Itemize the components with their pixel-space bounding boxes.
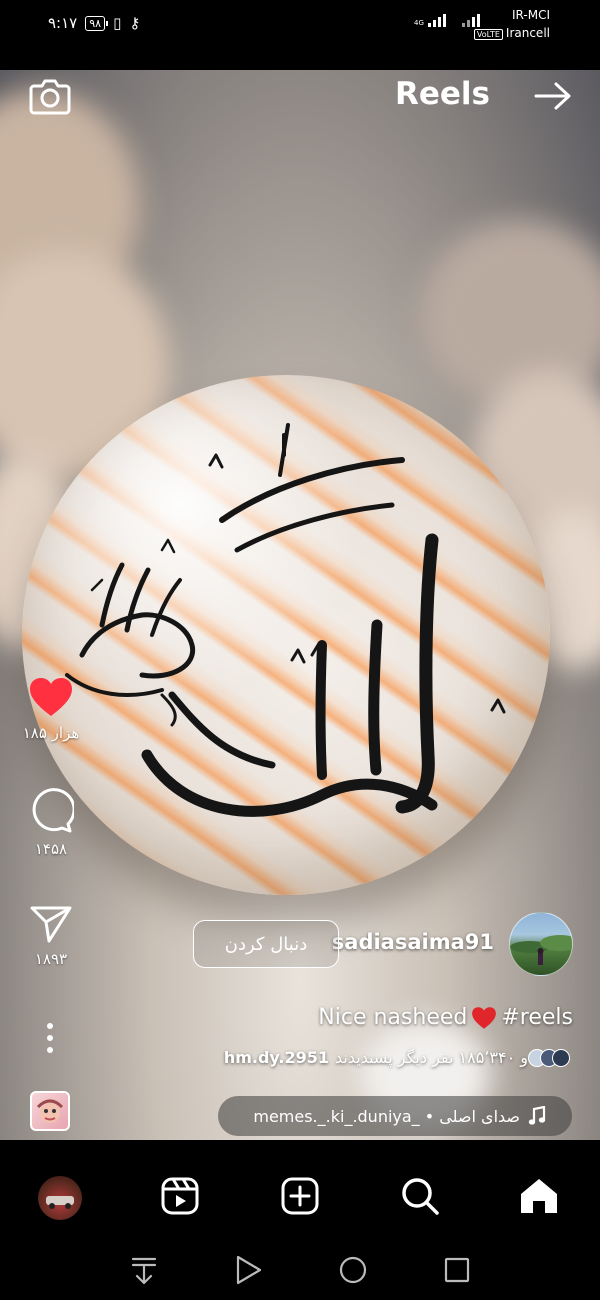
more-vertical-icon	[47, 1023, 53, 1053]
liked-by-text: و ۱۸۵٬۳۴۰ نفر دیگر پسندیدند	[335, 1048, 528, 1067]
page-title: Reels	[395, 76, 490, 112]
profile-tab[interactable]	[38, 1176, 82, 1220]
like-action[interactable]: ۱۸۵ هزار	[20, 676, 82, 742]
caption-hashtag[interactable]: #reels	[501, 1005, 573, 1030]
recents-square-icon	[444, 1257, 470, 1283]
reels-icon	[161, 1177, 199, 1215]
follow-button[interactable]: دنبال کردن	[193, 920, 339, 968]
signal-icons: 4G	[414, 14, 480, 27]
bottom-navigation	[0, 1160, 600, 1240]
caption-text: Nice nasheed	[318, 1005, 468, 1030]
search-icon	[402, 1178, 439, 1215]
forward-button[interactable]	[532, 78, 574, 114]
recents-button[interactable]	[439, 1252, 475, 1288]
calligraphy-artwork	[65, 423, 506, 817]
share-action[interactable]: ۱۸۹۳	[20, 904, 82, 968]
network-type: 4G	[414, 19, 424, 27]
notification-pull-button[interactable]	[126, 1252, 162, 1288]
reel-video[interactable]	[0, 70, 600, 1140]
red-heart-emoji-icon	[472, 1006, 497, 1029]
audio-attribution[interactable]: memes._.ki_.duniya_ • صدای اصلی	[218, 1096, 572, 1136]
audio-cover-image	[36, 1099, 64, 1123]
comment-action[interactable]: ۱۴۵۸	[20, 788, 82, 858]
volte-badge: VoLTE	[473, 29, 503, 40]
vibrate-icon: ▯	[113, 14, 122, 32]
camera-icon	[29, 79, 71, 115]
status-bar: ۹:۱۷ ۹۸ ▯ ⚷ 4G IR-MCI VoLTE Irancell	[0, 0, 600, 70]
author-username[interactable]: sadiasaima91	[332, 930, 494, 954]
liked-by-avatars	[528, 1048, 570, 1067]
status-left: ۹:۱۷ ۹۸ ▯ ⚷	[48, 14, 140, 32]
plus-square-icon	[281, 1177, 319, 1215]
audio-label: memes._.ki_.duniya_ • صدای اصلی	[253, 1106, 520, 1126]
pull-down-icon	[131, 1257, 157, 1285]
music-note-icon	[528, 1106, 546, 1125]
mini-avatar	[552, 1048, 570, 1067]
author-avatar[interactable]	[509, 912, 573, 976]
comment-count: ۱۴۵۸	[34, 840, 68, 858]
status-time: ۹:۱۷	[48, 14, 78, 32]
heart-icon[interactable]	[28, 676, 74, 718]
carrier-secondary: Irancell	[505, 26, 550, 40]
liked-by-line[interactable]: hm.dy.2951 و ۱۸۵٬۳۴۰ نفر دیگر پسندیدند	[224, 1048, 570, 1067]
home-tab[interactable]	[518, 1176, 562, 1220]
home-circle-icon	[339, 1256, 367, 1284]
like-count: ۱۸۵ هزار	[22, 724, 80, 742]
reels-tab[interactable]	[160, 1176, 204, 1220]
carrier-secondary-row: VoLTE Irancell	[473, 24, 550, 44]
search-tab[interactable]	[400, 1176, 444, 1220]
liked-by-user[interactable]: hm.dy.2951	[224, 1048, 329, 1067]
comment-icon[interactable]	[28, 788, 74, 834]
back-triangle-icon	[236, 1255, 262, 1285]
system-navigation	[0, 1240, 600, 1300]
key-icon: ⚷	[129, 14, 141, 32]
carrier-info: IR-MCI VoLTE Irancell	[473, 6, 550, 44]
reel-caption[interactable]: Nice nasheed #reels	[318, 1005, 573, 1030]
more-options-button[interactable]	[40, 1020, 60, 1056]
share-count: ۱۸۹۳	[34, 950, 68, 968]
home-button[interactable]	[335, 1252, 371, 1288]
avatar-landscape-image	[510, 935, 572, 965]
arrow-right-icon	[534, 82, 571, 110]
back-button[interactable]	[230, 1252, 266, 1288]
camera-button[interactable]	[28, 76, 72, 116]
send-icon[interactable]	[29, 904, 73, 944]
signal-bars-icon: 4G	[414, 14, 446, 27]
battery-icon: ۹۸	[85, 15, 108, 31]
profile-avatar-image	[46, 1196, 74, 1209]
create-tab[interactable]	[280, 1176, 324, 1220]
carrier-primary: IR-MCI	[512, 8, 550, 22]
home-icon	[521, 1179, 557, 1213]
audio-thumbnail[interactable]	[30, 1091, 70, 1131]
